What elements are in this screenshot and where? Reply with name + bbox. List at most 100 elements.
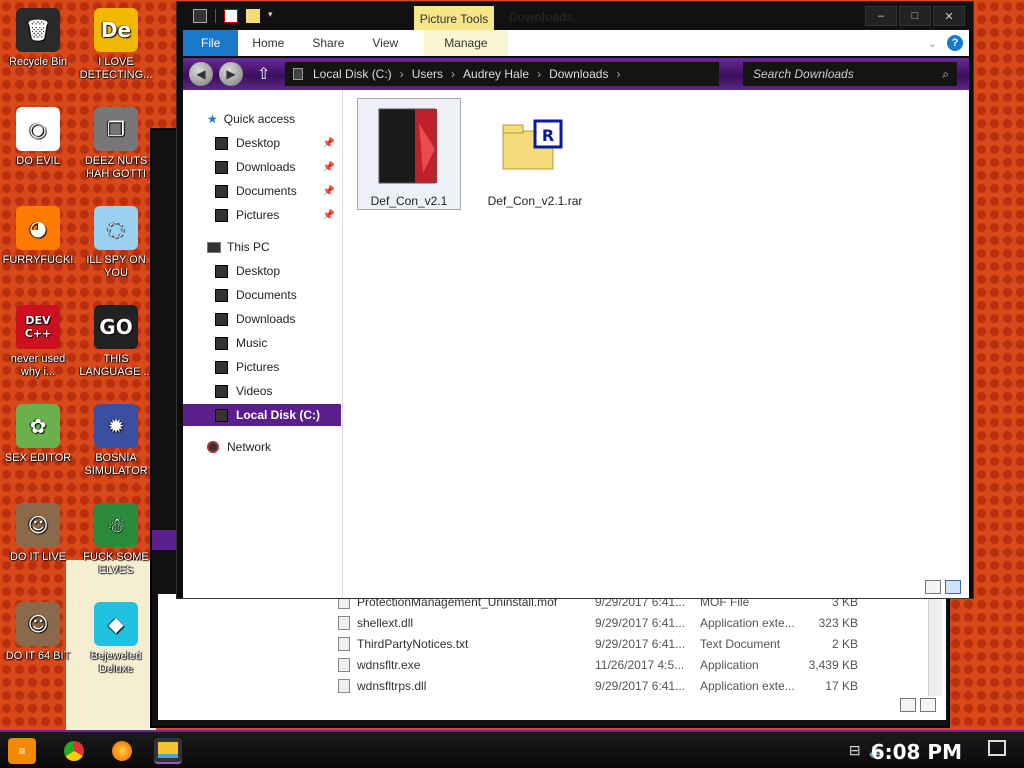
desktop-icon[interactable]: ◌ ILL SPY ON YOU xyxy=(78,206,154,280)
breadcrumb-downloads[interactable]: Downloads xyxy=(549,67,608,81)
app-icon: ◉ xyxy=(16,107,60,151)
table-row[interactable]: ThirdPartyNotices.txt 9/29/2017 6:41... Te… xyxy=(338,634,938,654)
pin-icon[interactable]: 📌 xyxy=(323,138,335,149)
large-icons-view-icon[interactable] xyxy=(945,580,961,594)
desktop-icon[interactable]: ◉ DO EVIL xyxy=(0,107,76,168)
maximize-button[interactable]: □ xyxy=(899,6,931,26)
nav-item-downloads[interactable]: Downloads xyxy=(183,308,341,330)
desktop-icon[interactable]: ☺ DO IT 64 BIT xyxy=(0,602,76,663)
nav-item-documents[interactable]: Documents 📌 xyxy=(183,180,341,202)
checkmark-icon[interactable] xyxy=(224,9,238,23)
downloads-icon xyxy=(215,312,228,326)
nav-quick-access[interactable]: ★ Quick access xyxy=(207,108,365,130)
table-row[interactable]: wdnsfltrps.dll 9/29/2017 6:41... Applicati… xyxy=(338,676,938,696)
expand-ribbon-icon[interactable]: ⌄ xyxy=(928,37,937,50)
details-view-icon[interactable] xyxy=(925,580,941,594)
nav-label: Downloads xyxy=(236,312,296,326)
close-button[interactable]: ✕ xyxy=(933,6,965,26)
network-tray-icon[interactable]: ⊟ xyxy=(849,742,861,759)
forward-button[interactable]: ▶ xyxy=(219,62,243,86)
table-row[interactable]: wdnsfltr.exe 11/26/2017 4:5... Application… xyxy=(338,655,938,675)
app-icon: De xyxy=(94,8,138,52)
documents-icon xyxy=(215,184,228,198)
details-view-icon[interactable] xyxy=(900,698,916,712)
table-row[interactable]: shellext.dll 9/29/2017 6:41... Application… xyxy=(338,613,938,633)
help-icon[interactable]: ? xyxy=(947,35,963,51)
quick-access-toolbar: ▾ xyxy=(193,9,278,23)
start-icon: ≡ xyxy=(18,744,26,758)
background-scrollbar[interactable] xyxy=(928,596,942,696)
nav-local-disk[interactable]: Local Disk (C:) xyxy=(183,404,341,426)
firefox-taskbar-button[interactable] xyxy=(108,738,136,764)
up-arrow-icon[interactable]: ⇧ xyxy=(257,64,275,84)
desktop-icon[interactable]: De I LOVE DETECTING... xyxy=(78,8,154,82)
app-icon: ☺ xyxy=(16,503,60,547)
tab-file[interactable]: File xyxy=(183,30,239,56)
nav-item-downloads[interactable]: Downloads 📌 xyxy=(183,156,341,178)
minimize-button[interactable]: – xyxy=(865,6,897,26)
address-bar[interactable]: Local Disk (C:) › Users › Audrey Hale › Dow… xyxy=(285,62,719,86)
desktop-icon xyxy=(215,136,228,150)
nav-item-desktop[interactable]: Desktop 📌 xyxy=(183,132,341,154)
desktop-icon-label: Recycle Bin xyxy=(8,56,68,68)
nav-item-music[interactable]: Music xyxy=(183,332,341,354)
nav-network[interactable]: Network xyxy=(207,436,365,458)
clock[interactable]: 6:08 PM xyxy=(871,740,962,764)
file-name: wdnsfltrps.dll xyxy=(357,679,427,693)
app-icon: ◆ xyxy=(94,602,138,646)
breadcrumb-user[interactable]: Audrey Hale xyxy=(463,67,529,81)
pin-icon[interactable]: 📌 xyxy=(323,186,335,197)
desktop-icon[interactable]: ✹ BOSNIA SIMULATOR xyxy=(78,404,154,478)
pin-icon[interactable]: 📌 xyxy=(323,162,335,173)
file-type: Application exte... xyxy=(700,616,795,630)
svg-text:R: R xyxy=(542,126,554,145)
taskbar: ≡ ⊟ 🔈 6:08 PM xyxy=(0,730,1024,768)
desktop-icon[interactable]: ❐ DEEZ NUTS HAH GOTTI xyxy=(78,107,154,181)
desktop-icon[interactable]: ☺ DO IT LIVE xyxy=(0,503,76,564)
nav-item-videos[interactable]: Videos xyxy=(183,380,341,402)
notifications-icon[interactable] xyxy=(988,740,1006,756)
large-icons-view-icon[interactable] xyxy=(920,698,936,712)
nav-this-pc[interactable]: This PC xyxy=(207,236,365,258)
desktop-icon[interactable]: 🗑 Recycle Bin xyxy=(0,8,76,69)
desktop-icon[interactable]: ◕ FURRYFUCK! xyxy=(0,206,76,267)
desktop-icon[interactable]: DEV C++ never used why i... xyxy=(0,305,76,379)
pin-icon[interactable]: 📌 xyxy=(323,210,335,221)
nav-item-pictures[interactable]: Pictures xyxy=(183,356,341,378)
back-button[interactable]: ◀ xyxy=(189,62,213,86)
chevron-down-icon[interactable]: ▾ xyxy=(268,9,278,23)
desktop-icon[interactable]: ◆ Bejeweled Deluxe xyxy=(78,602,154,676)
desktop-icon[interactable]: GO THIS LANGUAGE ... xyxy=(78,305,154,379)
tab-view[interactable]: View xyxy=(358,30,412,56)
nav-item-documents[interactable]: Documents xyxy=(183,284,341,306)
breadcrumb-users[interactable]: Users xyxy=(412,67,443,81)
nav-item-desktop[interactable]: Desktop xyxy=(183,260,341,282)
tab-share[interactable]: Share xyxy=(298,30,358,56)
search-icon[interactable]: ⌕ xyxy=(942,67,949,82)
breadcrumb-local-disk[interactable]: Local Disk (C:) xyxy=(313,67,392,81)
start-button[interactable]: ≡ xyxy=(8,738,36,764)
pictures-icon xyxy=(215,208,228,222)
new-folder-icon[interactable] xyxy=(246,9,260,23)
tab-manage[interactable]: Manage xyxy=(424,30,508,56)
nav-item-pictures[interactable]: Pictures 📌 xyxy=(183,204,341,226)
desktop-icon[interactable]: ✿ SEX EDITOR xyxy=(0,404,76,465)
star-icon: ★ xyxy=(207,112,218,126)
background-view-toggle[interactable] xyxy=(896,698,936,715)
tab-home[interactable]: Home xyxy=(238,30,298,56)
desktop-icon-label: DO IT 64 BIT xyxy=(5,650,71,662)
file-tile[interactable]: R Def_Con_v2.1.rar xyxy=(483,98,587,210)
desktop-icon[interactable]: ☃ FUCK SOME ELVES xyxy=(78,503,154,577)
navigation-bar: ◀ ▶ ⇧ Local Disk (C:) › Users › Audrey Hal… xyxy=(183,58,969,90)
chrome-taskbar-button[interactable] xyxy=(60,738,88,764)
file-icon xyxy=(338,679,350,693)
file-icon xyxy=(338,637,350,651)
title-bar[interactable]: ▾ Picture Tools Downloads – □ ✕ xyxy=(177,2,973,32)
file-explorer-taskbar-button[interactable] xyxy=(154,738,182,764)
file-tile[interactable]: Def_Con_v2.1 xyxy=(357,98,461,210)
app-icon: ❐ xyxy=(94,107,138,151)
drive-icon xyxy=(215,408,228,422)
desktop-icon-label: Bejeweled Deluxe xyxy=(90,650,142,675)
properties-icon[interactable] xyxy=(193,9,207,23)
search-input[interactable]: Search Downloads ⌕ xyxy=(743,62,957,86)
